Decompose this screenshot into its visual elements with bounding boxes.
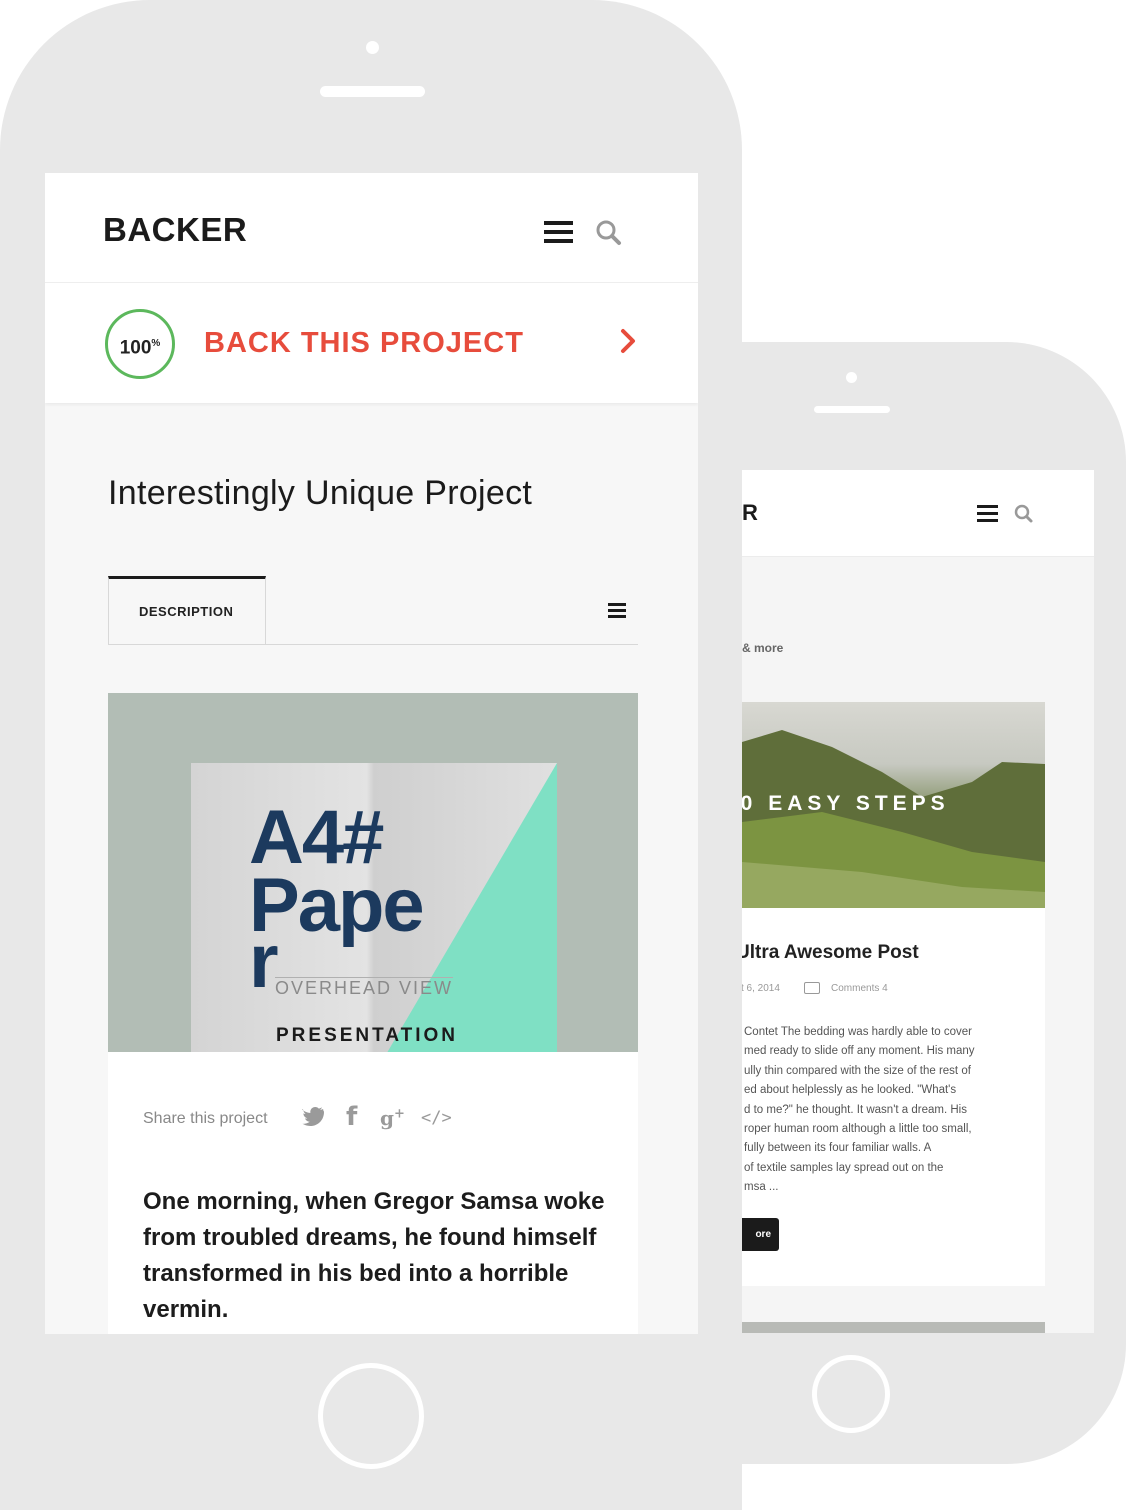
excerpt-line: med ready to slide off any moment. His m…: [744, 1045, 975, 1058]
project-title: Interestingly Unique Project: [108, 474, 533, 512]
back-phone-speaker: [814, 406, 890, 413]
back-logo[interactable]: R: [742, 500, 758, 526]
back-phone-screen: R & more 10 EASY STEPS Ultra Awesome Pos…: [742, 470, 1094, 1333]
excerpt-line: fully between its four familiar walls. A: [744, 1142, 932, 1155]
front-header: BACKER: [45, 173, 698, 282]
project-image[interactable]: A4# Pape r OVERHEAD VIEW PRESENTATION: [108, 693, 638, 1052]
progress-value: 100: [119, 337, 152, 359]
front-logo[interactable]: BACKER: [103, 211, 247, 249]
lead-paragraph: One morning, when Gregor Samsa woke from…: [143, 1188, 605, 1323]
front-phone-camera: [366, 41, 379, 54]
excerpt-line: ully thin compared with the size of the …: [744, 1064, 971, 1077]
poster-subtitle: OVERHEAD VIEW: [275, 977, 454, 998]
front-phone-screen: BACKER 100% BACK THIS PROJECT Interestin…: [45, 173, 698, 1334]
back-header: R: [742, 470, 1094, 557]
post-comments[interactable]: Comments 4: [831, 983, 888, 994]
back-project-label[interactable]: BACK THIS PROJECT: [204, 327, 524, 360]
excerpt-line: msa ...: [744, 1181, 779, 1194]
post-title[interactable]: Ultra Awesome Post: [742, 942, 919, 964]
share-label: Share this project: [143, 1110, 268, 1127]
back-phone-home-button[interactable]: [812, 1355, 890, 1433]
excerpt-line: roper human room although a little too s…: [744, 1123, 972, 1136]
back-project-bar[interactable]: 100% BACK THIS PROJECT: [45, 282, 698, 403]
chevron-right-icon[interactable]: [620, 328, 636, 359]
post-excerpt: Contet The bedding was hardly able to co…: [744, 1023, 1044, 1198]
more-link[interactable]: & more: [742, 641, 783, 655]
next-post-image: [742, 1322, 1045, 1333]
post-card: 10 EASY STEPS Ultra Awesome Post st 6, 2…: [742, 702, 1045, 1286]
excerpt-line: d to me?" he thought. It wasn't a dream.…: [744, 1103, 967, 1116]
comments-icon: [804, 982, 820, 994]
post-date: st 6, 2014: [742, 983, 780, 994]
funding-progress-ring: 100%: [105, 309, 175, 379]
progress-unit: %: [151, 338, 161, 349]
read-more-label: ore: [755, 1229, 771, 1240]
front-search-icon[interactable]: [595, 219, 623, 252]
twitter-icon[interactable]: [300, 1106, 324, 1131]
post-image[interactable]: 10 EASY STEPS: [742, 702, 1045, 908]
front-hamburger-icon[interactable]: [544, 221, 573, 243]
paper-sheet: A4# Pape r OVERHEAD VIEW PRESENTATION: [191, 763, 557, 1052]
front-phone-home-button[interactable]: [318, 1363, 424, 1469]
facebook-icon[interactable]: f: [346, 1102, 357, 1132]
content-card: Share this project f g+ </> One morning,…: [108, 1052, 638, 1334]
back-hamburger-icon[interactable]: [977, 505, 998, 522]
poster-caption: PRESENTATION: [276, 1025, 459, 1046]
excerpt-line: Contet The bedding was hardly able to co…: [744, 1026, 973, 1038]
tab-description[interactable]: DESCRIPTION: [108, 576, 266, 644]
front-phone-speaker: [320, 86, 425, 97]
google-plus-icon[interactable]: g+: [380, 1106, 405, 1130]
back-search-icon[interactable]: [1014, 504, 1034, 529]
back-phone-camera: [846, 372, 857, 383]
read-more-button[interactable]: ore: [742, 1218, 779, 1251]
tab-description-label: DESCRIPTION: [139, 604, 234, 619]
tabs-bar: DESCRIPTION: [108, 576, 638, 645]
excerpt-line: ed about helplessly as he looked. "What'…: [744, 1084, 957, 1097]
excerpt-line: of textile samples lay spread out on the: [744, 1161, 944, 1174]
embed-code-icon[interactable]: </>: [421, 1108, 452, 1128]
tabs-hamburger-icon[interactable]: [608, 603, 626, 618]
post-image-text: 10 EASY STEPS: [742, 792, 950, 815]
